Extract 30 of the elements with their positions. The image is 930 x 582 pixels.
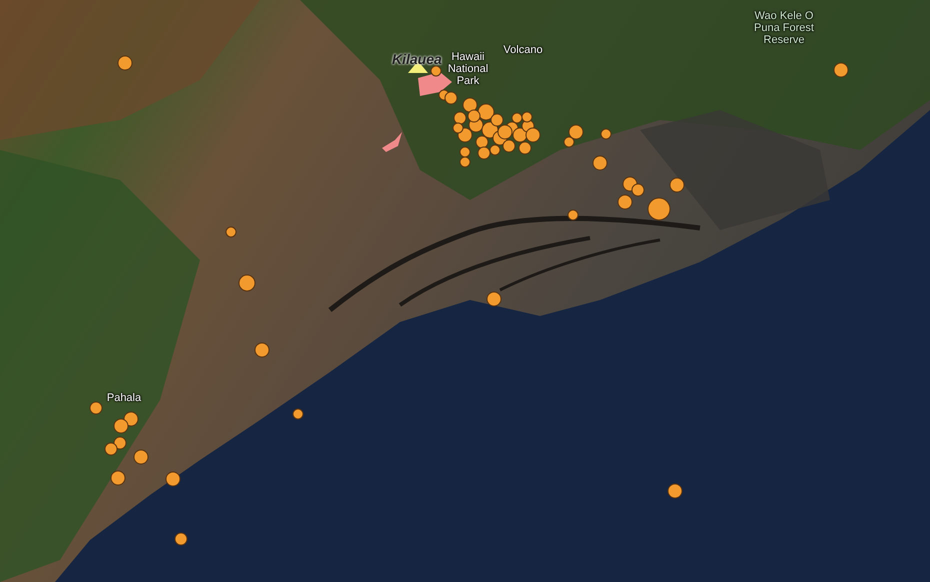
earthquake-marker[interactable] <box>568 124 584 140</box>
earthquake-marker[interactable] <box>458 128 472 142</box>
earthquake-marker[interactable] <box>478 104 494 120</box>
earthquake-marker[interactable] <box>670 178 684 192</box>
earthquake-marker[interactable] <box>498 124 512 140</box>
earthquake-marker[interactable] <box>462 98 478 112</box>
place-label: Wao Kele O Puna Forest Reserve <box>753 10 815 46</box>
lava-flow-area <box>382 132 402 152</box>
earthquake-marker[interactable] <box>134 450 148 464</box>
earthquake-marker[interactable] <box>118 56 132 70</box>
earthquake-marker[interactable] <box>110 470 126 486</box>
place-label: Volcano <box>502 44 544 56</box>
place-label: Pahala <box>106 392 142 404</box>
earthquake-marker[interactable] <box>834 62 848 78</box>
earthquake-marker[interactable] <box>430 66 442 76</box>
earthquake-marker[interactable] <box>512 128 528 142</box>
earthquake-marker[interactable] <box>254 342 270 358</box>
earthquake-marker[interactable] <box>238 274 256 292</box>
volcano-label: Kilauea <box>392 52 443 67</box>
earthquake-marker[interactable] <box>592 156 608 170</box>
lava-flow-area <box>418 72 452 96</box>
earthquake-marker[interactable] <box>668 484 682 498</box>
earthquake-marker[interactable] <box>486 292 502 306</box>
earthquake-marker[interactable] <box>648 198 670 220</box>
earthquake-marker[interactable] <box>114 418 128 434</box>
earthquake-marker[interactable] <box>124 412 138 426</box>
earthquake-marker[interactable] <box>166 472 180 486</box>
earthquake-marker[interactable] <box>618 194 632 210</box>
earthquake-marker[interactable] <box>526 128 540 142</box>
place-label: Hawaii National Park <box>446 51 490 87</box>
